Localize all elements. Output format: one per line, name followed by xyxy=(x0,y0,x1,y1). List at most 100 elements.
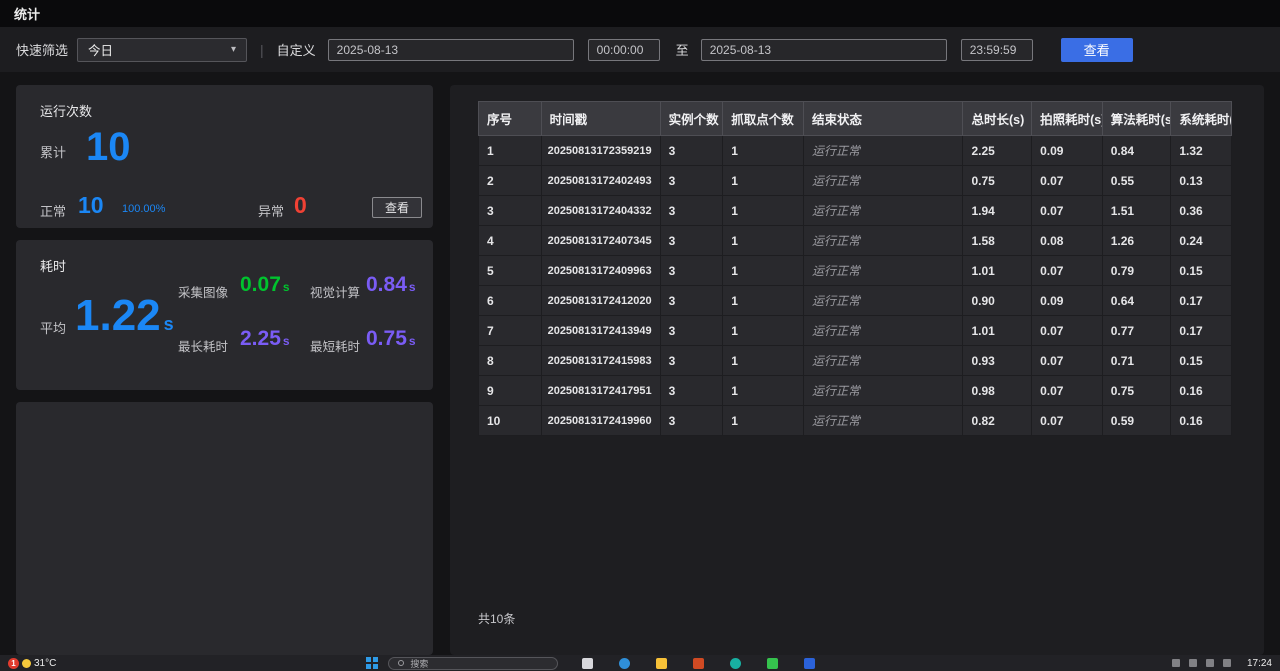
capture-image-label: 采集图像 xyxy=(178,282,228,301)
wechat-icon[interactable] xyxy=(767,658,778,669)
cell-algo-time: 0.79 xyxy=(1102,256,1171,286)
column-header[interactable]: 实例个数 xyxy=(660,102,723,136)
cell-instances: 3 xyxy=(660,316,723,346)
ime-icon[interactable] xyxy=(1223,659,1231,667)
cell-timestamp: 20250813172415983 xyxy=(541,346,660,376)
min-time-label: 最短耗时 xyxy=(310,336,360,355)
cell-grab-points: 1 xyxy=(723,226,804,256)
cell-instances: 3 xyxy=(660,136,723,166)
end-date-input[interactable] xyxy=(701,39,947,61)
cell-photo-time: 0.07 xyxy=(1032,346,1103,376)
table-row[interactable]: 22025081317240249331运行正常0.750.070.550.13 xyxy=(479,166,1232,196)
max-time-label: 最长耗时 xyxy=(178,336,228,355)
cell-algo-time: 0.75 xyxy=(1102,376,1171,406)
table-row[interactable]: 102025081317241996031运行正常0.820.070.590.1… xyxy=(479,406,1232,436)
filter-separator: | xyxy=(260,42,264,58)
code-icon[interactable] xyxy=(804,658,815,669)
quick-filter-select[interactable]: 今日 ▾ xyxy=(77,38,247,62)
cell-status: 运行正常 xyxy=(804,196,963,226)
weather-widget[interactable]: 1 31°C xyxy=(8,658,56,669)
normal-value: 10 xyxy=(78,192,104,219)
cell-system-time: 0.16 xyxy=(1171,406,1232,436)
column-header[interactable]: 拍照耗时(s) xyxy=(1032,102,1103,136)
taskbar-clock[interactable]: 17:24 xyxy=(1247,658,1272,669)
capture-image-value: 0.07s xyxy=(240,274,290,295)
column-header[interactable]: 抓取点个数 xyxy=(723,102,804,136)
hidden-icons-icon[interactable] xyxy=(1172,659,1180,667)
quick-filter-value: 今日 xyxy=(88,40,113,59)
powerpoint-icon[interactable] xyxy=(693,658,704,669)
volume-icon[interactable] xyxy=(1206,659,1214,667)
cell-status: 运行正常 xyxy=(804,166,963,196)
column-header[interactable]: 序号 xyxy=(479,102,542,136)
cell-system-time: 0.36 xyxy=(1171,196,1232,226)
cell-total-duration: 1.01 xyxy=(963,316,1032,346)
table-row[interactable]: 82025081317241598331运行正常0.930.070.710.15 xyxy=(479,346,1232,376)
table-row[interactable]: 72025081317241394931运行正常1.010.070.770.17 xyxy=(479,316,1232,346)
cell-timestamp: 20250813172412020 xyxy=(541,286,660,316)
end-time-input[interactable] xyxy=(961,39,1033,61)
cell-total-duration: 0.75 xyxy=(963,166,1032,196)
cell-photo-time: 0.07 xyxy=(1032,316,1103,346)
table-row[interactable]: 52025081317240996331运行正常1.010.070.790.15 xyxy=(479,256,1232,286)
cell-total-duration: 0.98 xyxy=(963,376,1032,406)
table-row[interactable]: 42025081317240734531运行正常1.580.081.260.24 xyxy=(479,226,1232,256)
cell-photo-time: 0.09 xyxy=(1032,286,1103,316)
tray-icons xyxy=(1172,659,1231,667)
cell-system-time: 0.17 xyxy=(1171,316,1232,346)
view-button[interactable]: 查看 xyxy=(1061,38,1133,62)
taskbar-search[interactable]: 搜索 xyxy=(388,657,558,670)
max-time-value: 2.25s xyxy=(240,328,290,349)
cell-status: 运行正常 xyxy=(804,316,963,346)
column-header[interactable]: 总时长(s) xyxy=(963,102,1032,136)
vision-compute-value: 0.84s xyxy=(366,274,416,295)
cell-instances: 3 xyxy=(660,226,723,256)
cell-instances: 3 xyxy=(660,346,723,376)
cell-index: 4 xyxy=(479,226,542,256)
mail-icon[interactable] xyxy=(582,658,593,669)
cell-system-time: 0.17 xyxy=(1171,286,1232,316)
table-row[interactable]: 92025081317241795131运行正常0.980.070.750.16 xyxy=(479,376,1232,406)
column-header[interactable]: 时间戳 xyxy=(541,102,660,136)
run-view-button[interactable]: 查看 xyxy=(372,197,422,218)
table-body: 12025081317235921931运行正常2.250.090.841.32… xyxy=(479,136,1232,436)
cell-index: 1 xyxy=(479,136,542,166)
cell-status: 运行正常 xyxy=(804,376,963,406)
start-time-input[interactable] xyxy=(588,39,660,61)
run-count-card: 运行次数 累计 10 正常 10 100.00% 异常 0 查看 xyxy=(16,85,433,228)
cell-algo-time: 0.55 xyxy=(1102,166,1171,196)
cell-algo-time: 0.64 xyxy=(1102,286,1171,316)
table-row[interactable]: 32025081317240433231运行正常1.940.071.510.36 xyxy=(479,196,1232,226)
edge-icon[interactable] xyxy=(619,658,630,669)
cell-algo-time: 1.26 xyxy=(1102,226,1171,256)
cell-index: 3 xyxy=(479,196,542,226)
cell-index: 9 xyxy=(479,376,542,406)
store-icon[interactable] xyxy=(730,658,741,669)
page-title: 统计 xyxy=(14,4,40,23)
start-button[interactable] xyxy=(366,657,378,669)
folder-icon[interactable] xyxy=(656,658,667,669)
empty-panel-card xyxy=(16,402,433,655)
column-header[interactable]: 算法耗时(s) xyxy=(1102,102,1171,136)
cell-photo-time: 0.08 xyxy=(1032,226,1103,256)
custom-range-label: 自定义 xyxy=(277,40,316,59)
content-area: 运行次数 累计 10 正常 10 100.00% 异常 0 查看 耗时 平均 1… xyxy=(0,72,1280,655)
cell-index: 10 xyxy=(479,406,542,436)
start-date-input[interactable] xyxy=(328,39,574,61)
table-row[interactable]: 12025081317235921931运行正常2.250.090.841.32 xyxy=(479,136,1232,166)
cell-status: 运行正常 xyxy=(804,226,963,256)
table-row[interactable]: 62025081317241202031运行正常0.900.090.640.17 xyxy=(479,286,1232,316)
cell-grab-points: 1 xyxy=(723,286,804,316)
average-label: 平均 xyxy=(40,318,66,337)
column-header[interactable]: 结束状态 xyxy=(804,102,963,136)
abnormal-value: 0 xyxy=(294,192,307,219)
column-header[interactable]: 系统耗时(s) xyxy=(1171,102,1232,136)
vision-compute-label: 视觉计算 xyxy=(310,282,360,301)
table-header-row: 序号时间戳实例个数抓取点个数结束状态总时长(s)拍照耗时(s)算法耗时(s)系统… xyxy=(479,102,1232,136)
notification-badge: 1 xyxy=(8,658,19,669)
cell-photo-time: 0.07 xyxy=(1032,196,1103,226)
cell-grab-points: 1 xyxy=(723,316,804,346)
cell-index: 5 xyxy=(479,256,542,286)
stats-table: 序号时间戳实例个数抓取点个数结束状态总时长(s)拍照耗时(s)算法耗时(s)系统… xyxy=(478,101,1232,436)
network-icon[interactable] xyxy=(1189,659,1197,667)
